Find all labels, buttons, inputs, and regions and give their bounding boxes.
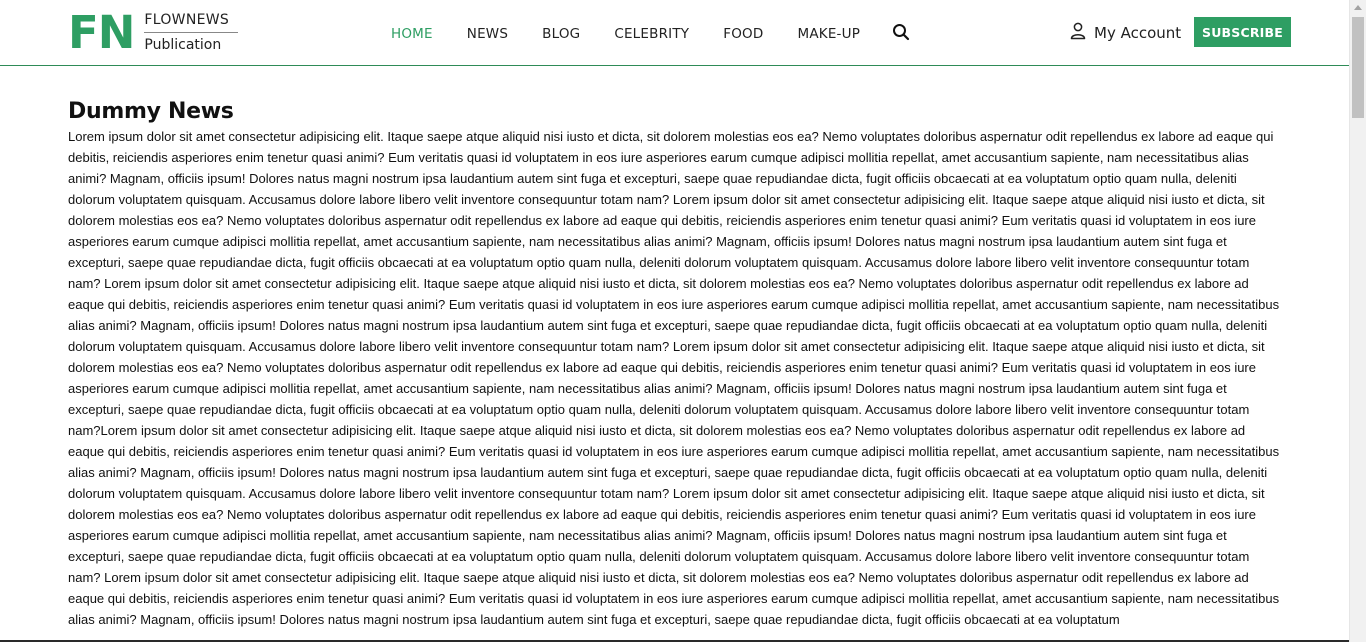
article-title: Dummy News bbox=[68, 99, 234, 124]
nav-home[interactable]: HOME bbox=[391, 24, 433, 44]
main-nav: HOME NEWS BLOG CELEBRITY FOOD MAKE-UP bbox=[391, 24, 894, 44]
nav-food[interactable]: FOOD bbox=[723, 24, 763, 44]
brand-logo[interactable]: FN FLOWNEWS Publication bbox=[68, 6, 239, 59]
user-icon bbox=[1070, 22, 1086, 44]
search-icon[interactable] bbox=[891, 22, 911, 42]
nav-news[interactable]: NEWS bbox=[467, 24, 508, 44]
article-body: Lorem ipsum dolor sit amet consectetur a… bbox=[68, 129, 1280, 627]
my-account-link[interactable]: My Account bbox=[1070, 22, 1181, 44]
article: Dummy News Lorem ipsum dolor sit amet co… bbox=[68, 96, 1282, 630]
nav-make-up[interactable]: MAKE-UP bbox=[797, 24, 860, 44]
brand-tagline: Publication bbox=[144, 37, 222, 53]
my-account-label: My Account bbox=[1094, 24, 1182, 42]
site-header: FN FLOWNEWS Publication HOME NEWS BLOG C… bbox=[0, 0, 1349, 66]
subscribe-button[interactable]: SUBSCRIBE bbox=[1194, 17, 1291, 47]
logo-mark: FN bbox=[68, 6, 135, 59]
brand-name: FLOWNEWS bbox=[144, 10, 239, 33]
page: FN FLOWNEWS Publication HOME NEWS BLOG C… bbox=[0, 0, 1366, 642]
logo-text: FLOWNEWS Publication bbox=[144, 10, 239, 56]
scroll-up-arrow-icon[interactable] bbox=[1354, 5, 1362, 10]
scrollbar-thumb[interactable] bbox=[1352, 17, 1364, 118]
nav-blog[interactable]: BLOG bbox=[542, 24, 580, 44]
nav-celebrity[interactable]: CELEBRITY bbox=[614, 24, 689, 44]
vertical-scrollbar[interactable] bbox=[1349, 0, 1366, 642]
